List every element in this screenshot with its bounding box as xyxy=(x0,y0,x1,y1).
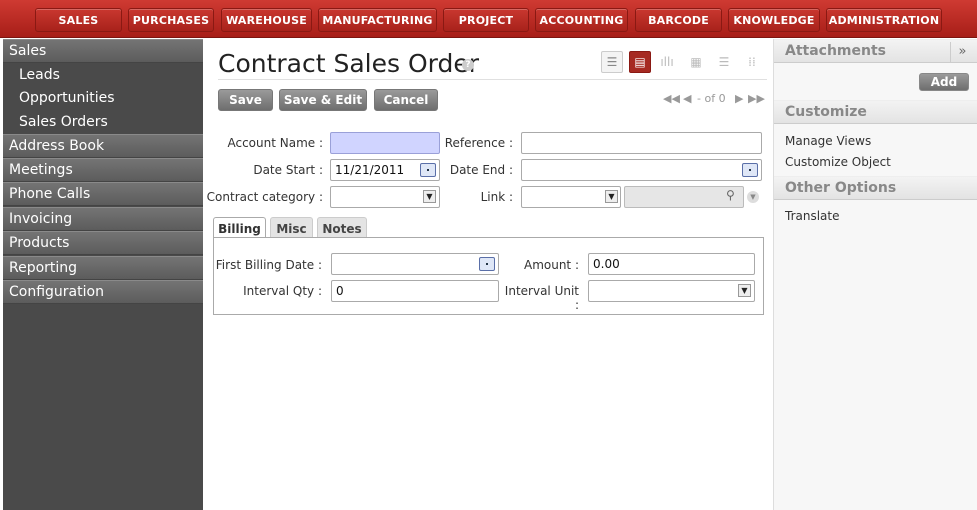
first-billing-calendar-icon[interactable] xyxy=(479,257,495,271)
sidebar-item-reporting[interactable]: Reporting xyxy=(3,256,203,280)
collapse-sidebar-icon[interactable]: » xyxy=(950,42,974,62)
first-billing-date-label: First Billing Date : xyxy=(215,258,322,272)
date-end-label: Date End : xyxy=(449,163,513,177)
calendar-view-icon[interactable]: ▦ xyxy=(685,51,707,73)
first-billing-date-field[interactable] xyxy=(331,253,499,275)
sidebar-item-configuration[interactable]: Configuration xyxy=(3,280,203,304)
menu-project[interactable]: PROJECT xyxy=(443,8,529,32)
sidebar-item-sales-orders[interactable]: Sales Orders xyxy=(19,113,108,131)
menu-administration[interactable]: ADMINISTRATION xyxy=(826,8,942,32)
sidebar-item-sales[interactable]: Sales xyxy=(3,39,203,63)
sidebar-item-phone-calls[interactable]: Phone Calls xyxy=(3,182,203,206)
date-start-label: Date Start : xyxy=(253,163,323,177)
top-menu-bar: SALES PURCHASES WAREHOUSE MANUFACTURING … xyxy=(0,0,977,38)
other-options-header: Other Options xyxy=(774,176,977,200)
reference-field[interactable] xyxy=(521,132,762,154)
customize-object-link[interactable]: Customize Object xyxy=(785,155,891,169)
tab-misc[interactable]: Misc xyxy=(270,217,313,239)
title-divider xyxy=(218,79,767,80)
menu-purchases[interactable]: PURCHASES xyxy=(128,8,214,32)
attachments-header: Attachments » xyxy=(774,39,977,63)
interval-qty-label: Interval Qty : xyxy=(243,284,322,298)
menu-knowledge[interactable]: KNOWLEDGE xyxy=(728,8,820,32)
right-sidebar: Attachments » Add Customize Manage Views… xyxy=(773,39,977,510)
menu-sales[interactable]: SALES xyxy=(35,8,122,32)
customize-header: Customize xyxy=(774,100,977,124)
add-attachment-button[interactable]: Add xyxy=(919,73,969,91)
menu-warehouse[interactable]: WAREHOUSE xyxy=(221,8,312,32)
account-name-label: Account Name : xyxy=(227,136,323,150)
manage-views-link[interactable]: Manage Views xyxy=(785,134,871,148)
reference-label: Reference : xyxy=(444,136,513,150)
page-title: Contract Sales Order xyxy=(218,49,480,78)
next-page-icon[interactable]: ▶ xyxy=(735,92,743,105)
sidebar-item-opportunities[interactable]: Opportunities xyxy=(19,89,115,107)
menu-accounting[interactable]: ACCOUNTING xyxy=(535,8,628,32)
save-and-edit-button[interactable]: Save & Edit xyxy=(279,89,367,111)
main-content: Contract Sales Order ? ☰ ▤ ıllı ▦ ☰ ⁞⁞ S… xyxy=(205,39,772,510)
help-icon[interactable]: ? xyxy=(462,59,474,71)
translate-link[interactable]: Translate xyxy=(785,209,840,223)
kanban-view-icon[interactable]: ⁞⁞ xyxy=(741,51,763,73)
billing-tab-panel: First Billing Date : Amount : 0.00 Inter… xyxy=(213,237,764,315)
interval-unit-label: Interval Unit : xyxy=(504,284,579,312)
list-view-icon[interactable]: ☰ xyxy=(601,51,623,73)
interval-qty-field[interactable]: 0 xyxy=(331,280,499,302)
account-name-field[interactable] xyxy=(330,132,440,154)
save-button[interactable]: Save xyxy=(218,89,273,111)
link-label: Link : xyxy=(480,190,513,204)
interval-unit-select[interactable] xyxy=(588,280,755,302)
link-options-icon[interactable]: ▼ xyxy=(747,191,759,203)
sidebar-item-address-book[interactable]: Address Book xyxy=(3,134,203,158)
prev-page-icon[interactable]: ◀ xyxy=(683,92,691,105)
menu-barcode[interactable]: BARCODE xyxy=(635,8,722,32)
search-icon[interactable]: ⚲ xyxy=(726,188,735,202)
date-end-field[interactable] xyxy=(521,159,762,181)
sidebar-item-leads[interactable]: Leads xyxy=(19,66,60,84)
sidebar-item-invoicing[interactable]: Invoicing xyxy=(3,207,203,231)
amount-label: Amount : xyxy=(523,258,579,272)
interval-unit-dropdown-icon[interactable]: ▼ xyxy=(738,284,751,297)
date-end-calendar-icon[interactable] xyxy=(742,163,758,177)
sidebar-item-products[interactable]: Products xyxy=(3,231,203,255)
date-start-calendar-icon[interactable] xyxy=(420,163,436,177)
left-sidebar: Sales Leads Opportunities Sales Orders A… xyxy=(3,39,203,510)
gantt-view-icon[interactable]: ☰ xyxy=(713,51,735,73)
sidebar-item-meetings[interactable]: Meetings xyxy=(3,158,203,182)
graph-view-icon[interactable]: ıllı xyxy=(656,51,678,73)
link-model-dropdown-icon[interactable]: ▼ xyxy=(605,190,618,203)
form-view-icon[interactable]: ▤ xyxy=(629,51,651,73)
pager-status: - of 0 xyxy=(697,92,726,105)
attachments-title: Attachments xyxy=(785,43,887,59)
last-page-icon[interactable]: ▶▶ xyxy=(748,92,765,105)
first-page-icon[interactable]: ◀◀ xyxy=(663,92,680,105)
amount-field[interactable]: 0.00 xyxy=(588,253,755,275)
contract-category-label: Contract category : xyxy=(206,190,323,204)
contract-category-dropdown-icon[interactable]: ▼ xyxy=(423,190,436,203)
tab-notes[interactable]: Notes xyxy=(317,217,367,239)
cancel-button[interactable]: Cancel xyxy=(374,89,438,111)
menu-manufacturing[interactable]: MANUFACTURING xyxy=(318,8,437,32)
